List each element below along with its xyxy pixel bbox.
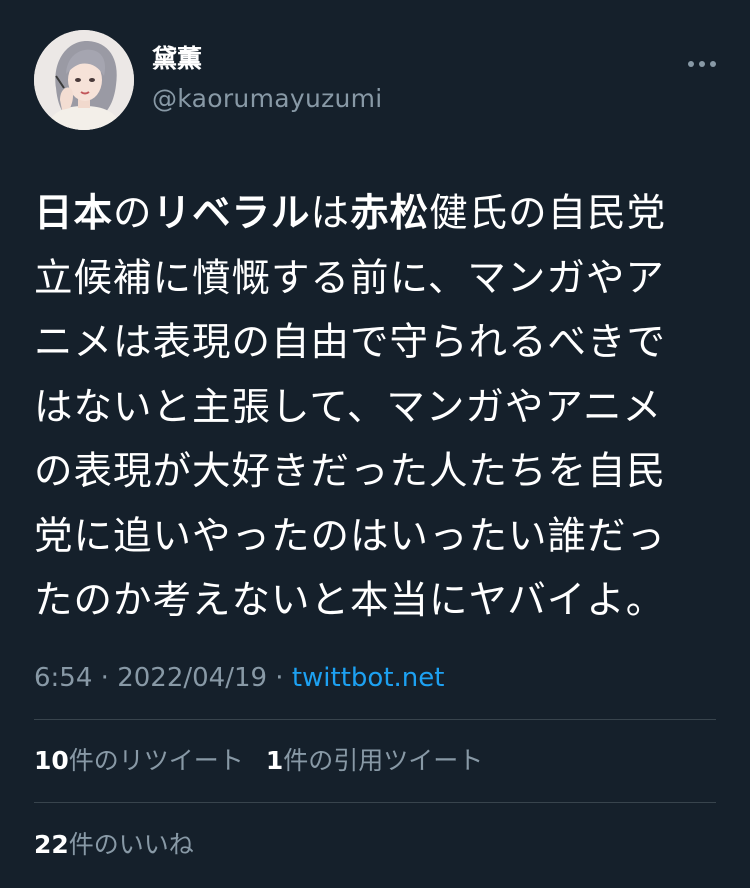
- quotes-label: 件の引用ツイート: [283, 746, 484, 775]
- dot-icon: [688, 61, 694, 67]
- tweet-text-bold: リベラル: [152, 191, 311, 236]
- avatar[interactable]: [34, 30, 134, 130]
- author-display-name[interactable]: 黛薫: [152, 44, 202, 74]
- likes-count: 22: [34, 830, 69, 859]
- tweet-text-regular: は: [310, 191, 351, 236]
- author-handle[interactable]: @kaorumayuzumi: [152, 84, 383, 114]
- tweet-time[interactable]: 6:54: [34, 663, 92, 693]
- tweet-source-link[interactable]: twittbot.net: [292, 663, 445, 693]
- tweet-text-bold: 赤松: [350, 191, 430, 236]
- retweets-stat[interactable]: 10件のリツイート: [34, 745, 244, 777]
- divider: [34, 719, 716, 720]
- tweet-date[interactable]: 2022/04/19: [117, 663, 267, 693]
- tweet-text-bold: 日本: [34, 191, 114, 236]
- retweet-stats-row: 10件のリツイート 1件の引用ツイート: [34, 745, 483, 777]
- tweet-text: 日本のリベラルは赤松健氏の自民党 立候補に憤慨する前に、マンガやア ニメは表現の…: [34, 182, 724, 634]
- more-options-icon[interactable]: [682, 44, 722, 84]
- likes-stats-row: 22件のいいね: [34, 829, 194, 861]
- meta-separator: ·: [92, 663, 118, 693]
- avatar-illustration: [34, 30, 134, 130]
- quotes-count: 1: [265, 746, 284, 775]
- retweets-count: 10: [34, 746, 69, 775]
- retweets-label: 件のリツイート: [68, 746, 244, 775]
- dot-icon: [710, 61, 716, 67]
- likes-label: 件のいいね: [68, 830, 194, 859]
- meta-separator: ·: [267, 663, 292, 693]
- tweet-detail: 黛薫 @kaorumayuzumi 日本のリベラルは赤松健氏の自民党 立候補に憤…: [0, 0, 750, 888]
- likes-stat[interactable]: 22件のいいね: [34, 829, 194, 861]
- tweet-metadata: 6:54 · 2022/04/19 · twittbot.net: [34, 662, 444, 694]
- quotes-stat[interactable]: 1件の引用ツイート: [266, 745, 483, 777]
- tweet-text-regular: の: [113, 191, 153, 236]
- dot-icon: [699, 61, 705, 67]
- divider: [34, 802, 716, 803]
- tweet-text-regular: 健氏の自民党 立候補に憤慨する前に、マンガやア ニメは表現の自由で守られるべきで…: [34, 191, 667, 623]
